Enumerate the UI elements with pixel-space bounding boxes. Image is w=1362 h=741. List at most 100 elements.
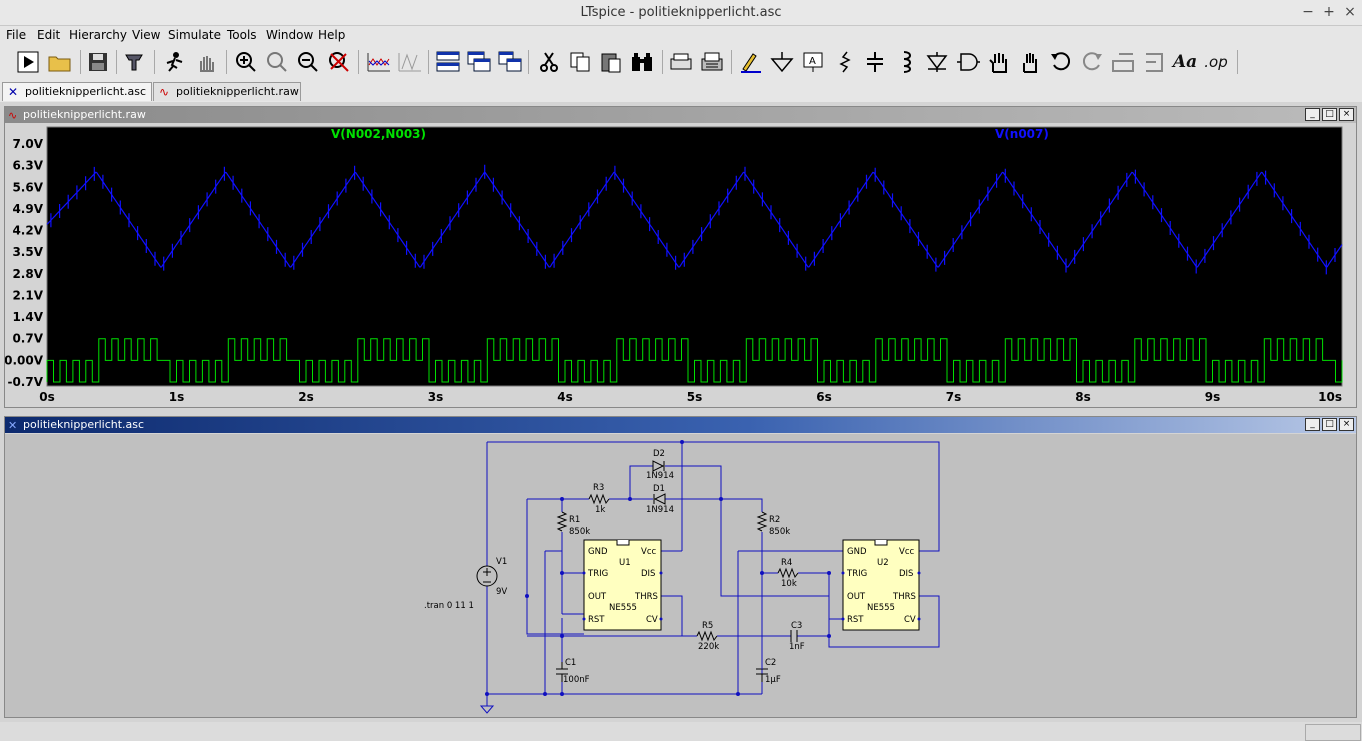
save-icon[interactable] <box>84 49 112 75</box>
tile-horizontal-icon[interactable] <box>434 49 462 75</box>
r2-ref: R2 <box>769 515 780 525</box>
maximize-button[interactable]: + <box>1321 4 1337 20</box>
zoom-in-icon[interactable] <box>232 49 260 75</box>
halt-icon[interactable] <box>160 49 188 75</box>
menu-window[interactable]: Window <box>266 28 313 42</box>
inductor-icon[interactable] <box>892 49 920 75</box>
u1-pin-thrs: THRS <box>634 592 658 602</box>
move-icon[interactable] <box>985 49 1013 75</box>
r4-ref: R4 <box>781 558 792 568</box>
waveform-plot[interactable]: V(N002,N003) V(n007) 7.0V 6.3V 5.6V 4.9V 4.2… <box>5 123 1356 407</box>
minimize-button[interactable]: − <box>1300 4 1316 20</box>
copy-icon[interactable] <box>566 49 594 75</box>
waveform-window-icon[interactable] <box>365 49 393 75</box>
waveform-pane-title: politieknipperlicht.raw <box>23 108 146 121</box>
svg-text:A: A <box>809 56 816 67</box>
y-tick-label: 1.4V <box>12 310 43 324</box>
u2-pin-thrs: THRS <box>892 592 916 602</box>
cut-icon[interactable] <box>535 49 563 75</box>
schematic-pane-title: politieknipperlicht.asc <box>23 418 145 431</box>
redo-icon[interactable] <box>1078 49 1106 75</box>
r2-value: 850k <box>769 527 790 537</box>
toolbar-separator <box>1237 50 1238 74</box>
pane-maximize-button[interactable]: □ <box>1322 418 1337 431</box>
x-tick-label: 3s <box>428 390 444 404</box>
c3-ref: C3 <box>791 621 802 631</box>
waveform-2-icon[interactable] <box>396 49 424 75</box>
rotate-icon[interactable] <box>1109 49 1137 75</box>
pane-minimize-button[interactable]: _ <box>1305 418 1320 431</box>
pan-icon[interactable] <box>192 49 220 75</box>
v1-value: 9V <box>496 587 507 597</box>
window-titlebar: LTspice - politieknipperlicht.asc − + × <box>0 0 1362 26</box>
menu-view[interactable]: View <box>132 28 160 42</box>
find-icon[interactable] <box>628 49 656 75</box>
legend-v-n002-n003[interactable]: V(N002,N003) <box>331 127 426 141</box>
document-tabs: ✕ politieknipperlicht.asc ∿ politieknipp… <box>0 80 1362 102</box>
diode-icon[interactable] <box>923 49 951 75</box>
resistor-icon[interactable] <box>830 49 858 75</box>
x-tick-label: 0s <box>39 390 55 404</box>
schematic-canvas[interactable]: GND TRIG OUT RST Vcc DIS THRS CV U1 NE55… <box>5 434 1356 717</box>
y-tick-label: -0.7V <box>7 375 43 389</box>
run-icon[interactable] <box>14 49 42 75</box>
paste-icon[interactable] <box>597 49 625 75</box>
y-tick-label: 2.1V <box>12 288 43 302</box>
capacitor-icon[interactable] <box>861 49 889 75</box>
pane-close-button[interactable]: × <box>1339 108 1354 121</box>
x-tick-label: 10s <box>1318 390 1342 404</box>
drag-icon[interactable] <box>1016 49 1044 75</box>
u2-pin-out: OUT <box>847 592 866 602</box>
cascade-icon[interactable] <box>465 49 493 75</box>
menu-file[interactable]: File <box>6 28 26 42</box>
close-button[interactable]: × <box>1342 4 1358 20</box>
toolbar-separator <box>428 50 429 74</box>
legend-v-n007[interactable]: V(n007) <box>995 127 1049 141</box>
r1-value: 850k <box>569 527 590 537</box>
tab-schematic[interactable]: ✕ politieknipperlicht.asc <box>2 82 152 101</box>
schematic-icon: ✕ <box>8 85 19 99</box>
label-net-icon[interactable]: A <box>799 49 827 75</box>
open-icon[interactable] <box>46 49 74 75</box>
menu-help[interactable]: Help <box>318 28 345 42</box>
menu-hierarchy[interactable]: Hierarchy <box>69 28 127 42</box>
x-tick-label: 8s <box>1075 390 1091 404</box>
undo-icon[interactable] <box>1047 49 1075 75</box>
pane-close-button[interactable]: × <box>1339 418 1354 431</box>
c3-value: 1nF <box>789 642 805 652</box>
c2-value: 1µF <box>765 675 781 685</box>
waveform-pane: ∿ politieknipperlicht.raw _ □ × V(N002,N… <box>4 106 1357 408</box>
menu-tools[interactable]: Tools <box>227 28 257 42</box>
tile-vertical-icon[interactable] <box>496 49 524 75</box>
x-tick-label: 5s <box>687 390 703 404</box>
menu-edit[interactable]: Edit <box>37 28 60 42</box>
spice-directive[interactable]: .tran 0 11 1 <box>424 601 474 611</box>
toolbar: A Aa .op <box>0 44 1362 80</box>
x-tick-label: 9s <box>1205 390 1221 404</box>
d2-ref: D2 <box>653 449 665 459</box>
ground-icon[interactable] <box>768 49 796 75</box>
tab-waveform[interactable]: ∿ politieknipperlicht.raw <box>153 82 301 101</box>
component-icon[interactable] <box>954 49 982 75</box>
tab-waveform-label: politieknipperlicht.raw <box>176 85 299 98</box>
u1-pin-out: OUT <box>588 592 607 602</box>
u2-pin-rst: RST <box>847 615 864 625</box>
v1-ref: V1 <box>496 557 507 567</box>
mirror-icon[interactable] <box>1140 49 1168 75</box>
control-panel-icon[interactable] <box>121 49 149 75</box>
menu-simulate[interactable]: Simulate <box>168 28 221 42</box>
spice-directive-icon[interactable]: .op <box>1202 49 1230 75</box>
r5-value: 220k <box>698 642 719 652</box>
autorange-icon[interactable] <box>325 49 353 75</box>
text-icon[interactable]: Aa <box>1171 49 1199 75</box>
print-preview-icon[interactable] <box>667 49 695 75</box>
d2-value: 1N914 <box>646 471 674 481</box>
draw-wire-icon[interactable] <box>737 49 765 75</box>
print-icon[interactable] <box>698 49 726 75</box>
zoom-full-icon[interactable] <box>263 49 291 75</box>
zoom-out-icon[interactable] <box>294 49 322 75</box>
pane-minimize-button[interactable]: _ <box>1305 108 1320 121</box>
pane-maximize-button[interactable]: □ <box>1322 108 1337 121</box>
toolbar-separator <box>662 50 663 74</box>
d1-value: 1N914 <box>646 505 674 515</box>
